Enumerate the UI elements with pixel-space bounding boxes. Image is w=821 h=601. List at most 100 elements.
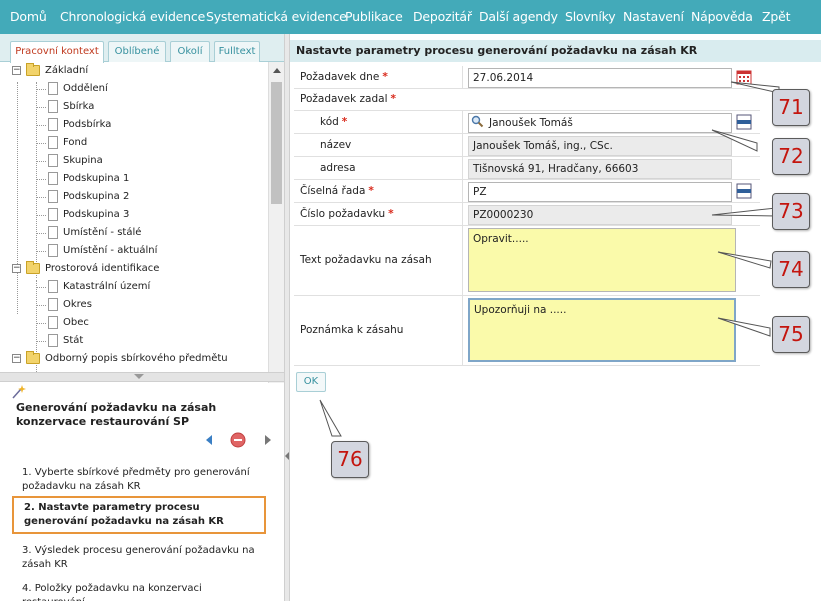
next-step-icon[interactable] — [263, 434, 273, 446]
nav-item-depozitar[interactable]: Depozitář — [413, 9, 472, 24]
tree-connector — [36, 305, 46, 306]
wizard-step-4[interactable]: 4. Položky požadavku na konzervaci resta… — [12, 579, 266, 601]
document-icon — [48, 244, 58, 257]
tree-group-odborny-popis[interactable]: − Odborný popis sbírkového předmětu — [6, 351, 266, 367]
select-list-icon[interactable] — [736, 183, 752, 199]
cancel-wizard-icon[interactable] — [230, 432, 246, 448]
tree-connector — [36, 125, 46, 126]
collapse-icon[interactable]: − — [12, 354, 21, 363]
tree-item-label: Podskupina 2 — [63, 191, 130, 202]
column-divider — [462, 157, 463, 179]
tree-item[interactable]: Podskupina 1 — [6, 171, 266, 187]
tree-connector — [36, 215, 46, 216]
tree-item[interactable]: Katastrální území — [6, 279, 266, 295]
wizard-step-2[interactable]: 2. Nastavte parametry procesu generování… — [12, 496, 266, 534]
collapse-icon[interactable]: − — [12, 264, 21, 273]
collapse-arrow-icon[interactable] — [134, 374, 144, 379]
callout-71: 71 — [772, 89, 810, 126]
nav-item-systematicka-evidence[interactable]: Systematická evidence — [206, 9, 347, 24]
label-adresa: adresa — [320, 162, 356, 174]
search-icon[interactable] — [471, 115, 484, 128]
tab-oblibene[interactable]: Oblíbené — [108, 41, 166, 62]
tree-item-label: Okres — [63, 299, 92, 310]
tree-item[interactable]: Obec — [6, 315, 266, 331]
date-field[interactable]: 27.06.2014 — [468, 68, 732, 88]
collapse-left-icon[interactable] — [285, 452, 289, 460]
magic-wand-icon — [12, 385, 26, 399]
row-adresa: adresa Tišnovská 91, Hradčany, 66603 — [294, 157, 760, 180]
document-icon — [48, 226, 58, 239]
document-icon — [48, 298, 58, 311]
row-nazev: název Janoušek Tomáš, ing., CSc. — [294, 134, 760, 157]
calendar-icon[interactable] — [736, 69, 752, 85]
document-icon — [48, 136, 58, 149]
wizard-step-3[interactable]: 3. Výsledek procesu generování požadavku… — [12, 541, 266, 575]
tree-connector — [36, 287, 46, 288]
collapse-icon[interactable]: − — [12, 66, 21, 75]
tab-fulltext[interactable]: Fulltext — [214, 41, 260, 62]
label-pozadavek-zadal: Požadavek zadal * — [300, 93, 396, 105]
label-text-pozadavku: Text požadavku na zásah — [300, 254, 432, 266]
ok-button[interactable]: OK — [296, 372, 326, 392]
label-pozadavek-dne: Požadavek dne * — [300, 71, 388, 83]
nazev-field: Janoušek Tomáš, ing., CSc. — [468, 136, 732, 156]
kod-field[interactable]: Janoušek Tomáš — [468, 113, 732, 133]
label-cislo-pozadavku: Číslo požadavku * — [300, 208, 394, 220]
scroll-up-icon[interactable] — [273, 68, 281, 73]
tree-item[interactable]: Umístění - stálé — [6, 225, 266, 241]
tree-item[interactable]: Oddělení — [6, 81, 266, 97]
nav-item-slovniky[interactable]: Slovníky — [565, 9, 616, 24]
tree-item[interactable]: Podskupina 2 — [6, 189, 266, 205]
required-marker: * — [368, 185, 374, 197]
horizontal-splitter[interactable] — [0, 372, 288, 382]
callout-74: 74 — [772, 251, 810, 288]
column-divider — [462, 203, 463, 225]
tree-scrollbar[interactable] — [268, 62, 284, 402]
tab-okoli[interactable]: Okolí — [170, 41, 210, 62]
row-poznamka: Poznámka k zásahu Upozorňuji na ..... — [294, 296, 760, 366]
tree-group-label: Odborný popis sbírkového předmětu — [45, 353, 228, 364]
nav-item-napoveda[interactable]: Nápověda — [691, 9, 753, 24]
ciselna-rada-field[interactable]: PZ — [468, 182, 732, 202]
tree-item-label: Podsbírka — [63, 119, 112, 130]
poznamka-textarea[interactable]: Upozorňuji na ..... — [468, 298, 736, 362]
column-divider — [462, 66, 463, 88]
required-marker: * — [382, 71, 388, 83]
tree-group-prostorova-identifikace[interactable]: − Prostorová identifikace — [6, 261, 266, 277]
nav-item-publikace[interactable]: Publikace — [345, 9, 403, 24]
tree-connector — [36, 251, 46, 252]
text-pozadavku-textarea[interactable]: Opravit..... — [468, 228, 736, 292]
row-ciselna-rada: Číselná řada * PZ — [294, 180, 760, 203]
tree-item-label: Podskupina 3 — [63, 209, 130, 220]
tree-item[interactable]: Sbírka — [6, 99, 266, 115]
tree-item[interactable]: Stát — [6, 333, 266, 349]
tab-pracovni-kontext[interactable]: Pracovní kontext — [10, 41, 104, 63]
nav-item-dalsi-agendy[interactable]: Další agendy — [479, 9, 558, 24]
tree-item[interactable]: Okres — [6, 297, 266, 313]
row-cislo-pozadavku: Číslo požadavku * PZ0000230 — [294, 203, 760, 226]
adresa-field: Tišnovská 91, Hradčany, 66603 — [468, 159, 732, 179]
document-icon — [48, 82, 58, 95]
tree-group-label: Prostorová identifikace — [45, 263, 160, 274]
callout-72: 72 — [772, 138, 810, 175]
folder-icon — [26, 351, 40, 364]
nav-item-zpet[interactable]: Zpět — [762, 9, 790, 24]
select-list-icon[interactable] — [736, 114, 752, 130]
tree-item[interactable]: Umístění - aktuální — [6, 243, 266, 259]
document-icon — [48, 100, 58, 113]
nav-item-domu[interactable]: Domů — [10, 9, 47, 24]
scrollbar-thumb[interactable] — [271, 82, 282, 204]
tree-item[interactable]: Fond — [6, 135, 266, 151]
column-divider — [462, 111, 463, 133]
nav-item-nastaveni[interactable]: Nastavení — [623, 9, 684, 24]
label-text: Požadavek zadal — [300, 93, 388, 105]
column-divider — [462, 180, 463, 202]
wizard-step-1[interactable]: 1. Vyberte sbírkové předměty pro generov… — [12, 463, 266, 497]
tree-group-zakladni[interactable]: − Základní — [6, 63, 266, 79]
nav-item-chronologicka-evidence[interactable]: Chronologická evidence — [60, 9, 205, 24]
tree-item[interactable]: Skupina — [6, 153, 266, 169]
tree-item[interactable]: Podsbírka — [6, 117, 266, 133]
previous-step-icon[interactable] — [204, 434, 214, 446]
tree-item[interactable]: Podskupina 3 — [6, 207, 266, 223]
tree-connector — [36, 143, 46, 144]
